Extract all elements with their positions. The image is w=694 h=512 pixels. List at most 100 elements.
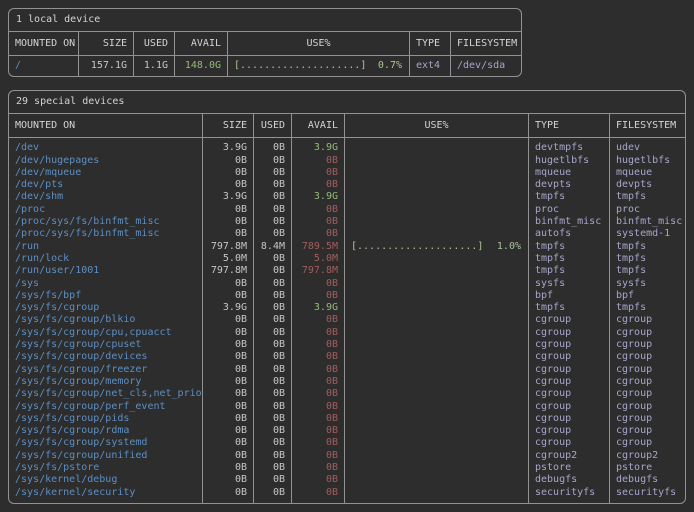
cell-type: bpf (529, 290, 609, 302)
cell-type: cgroup (529, 437, 609, 449)
column-used: 1.1G (133, 56, 174, 76)
usage-bar-cell (345, 290, 528, 302)
cell-fs: binfmt_misc (610, 216, 685, 228)
column-header-used: USED (253, 114, 291, 137)
cell-used: 0B (254, 327, 291, 339)
cell-mount: /dev/hugepages (9, 155, 202, 167)
cell-avail: 0B (292, 401, 344, 413)
cell-size: 0B (203, 204, 253, 216)
cell-avail: 0B (292, 425, 344, 437)
usage-bar (351, 179, 357, 191)
cell-size: 0B (203, 167, 253, 179)
cell-size: 797.8M (203, 265, 253, 277)
cell-avail: 0B (292, 413, 344, 425)
cell-used: 0B (254, 265, 291, 277)
usage-bar (351, 278, 357, 290)
cell-type: tmpfs (529, 253, 609, 265)
cell-avail: 0B (292, 474, 344, 486)
cell-size: 0B (203, 155, 253, 167)
cell-mount: /sys/fs/cgroup/devices (9, 351, 202, 363)
usage-bar (351, 314, 357, 326)
cell-avail: 0B (292, 437, 344, 449)
cell-size: 0B (203, 388, 253, 400)
cell-used: 0B (254, 376, 291, 388)
column-type: ext4 (409, 56, 450, 76)
usage-bar-cell (345, 376, 528, 388)
cell-fs: tmpfs (610, 241, 685, 253)
cell-type: devpts (529, 179, 609, 191)
usage-bar (351, 265, 357, 277)
cell-size: 157.1G (79, 60, 133, 72)
usage-bar (351, 216, 357, 228)
cell-type: cgroup (529, 413, 609, 425)
column-header-avail: AVAIL (174, 32, 227, 55)
column-mount: / (9, 56, 78, 76)
cell-type: devtmpfs (529, 142, 609, 154)
cell-fs: securityfs (610, 487, 685, 499)
usage-bar-cell (345, 474, 528, 486)
usage-bar-cell: [....................]1.0% (345, 241, 528, 253)
cell-avail: 0B (292, 179, 344, 191)
column-header-filesystem: FILESYSTEM (450, 32, 521, 55)
local-devices-table-body: /157.1G1.1G148.0G[....................]0… (9, 56, 521, 76)
cell-used: 0B (254, 253, 291, 265)
local-devices-table-header: MOUNTED ONSIZEUSEDAVAILUSE%TYPEFILESYSTE… (9, 32, 521, 56)
cell-mount: /sys/fs/cgroup/cpu,cpuacct (9, 327, 202, 339)
usage-bar-cell (345, 388, 528, 400)
usage-bar-cell (345, 302, 528, 314)
cell-avail: 0B (292, 327, 344, 339)
cell-mount: /dev/pts (9, 179, 202, 191)
cell-size: 0B (203, 327, 253, 339)
column-header-size: SIZE (202, 114, 253, 137)
cell-fs: cgroup (610, 388, 685, 400)
cell-avail: 5.0M (292, 253, 344, 265)
cell-used: 0B (254, 364, 291, 376)
cell-avail: 3.9G (292, 142, 344, 154)
cell-fs: debugfs (610, 474, 685, 486)
cell-used: 0B (254, 278, 291, 290)
terminal-screen[interactable]: 1 local device MOUNTED ONSIZEUSEDAVAILUS… (0, 0, 694, 512)
cell-size: 0B (203, 364, 253, 376)
cell-used: 1.1G (134, 60, 174, 72)
cell-mount: /sys/fs/cgroup/systemd (9, 437, 202, 449)
special-devices-table-header: MOUNTED ONSIZEUSEDAVAILUSE%TYPEFILESYSTE… (9, 114, 685, 138)
usage-bar-cell (345, 228, 528, 240)
cell-mount: /sys/fs/cgroup (9, 302, 202, 314)
usage-bar-cell (345, 327, 528, 339)
column-fs: udevhugetlbfsmqueuedevptstmpfsprocbinfmt… (609, 138, 685, 503)
column-use: [....................]0.7% (227, 56, 409, 76)
cell-type: cgroup (529, 339, 609, 351)
cell-avail: 0B (292, 388, 344, 400)
cell-type: cgroup (529, 425, 609, 437)
column-mount: /dev/dev/hugepages/dev/mqueue/dev/pts/de… (9, 138, 202, 503)
cell-mount: /sys/fs/bpf (9, 290, 202, 302)
cell-size: 0B (203, 401, 253, 413)
cell-avail: 3.9G (292, 191, 344, 203)
cell-avail: 0B (292, 450, 344, 462)
usage-bar (351, 327, 357, 339)
cell-used: 0B (254, 167, 291, 179)
cell-mount: /proc (9, 204, 202, 216)
usage-bar-cell (345, 191, 528, 203)
cell-avail: 0B (292, 290, 344, 302)
special-devices-table-title: 29 special devices (9, 91, 685, 114)
usage-bar-cell: [....................]0.7% (228, 60, 409, 72)
local-devices-table-title: 1 local device (9, 9, 521, 32)
cell-used: 0B (254, 437, 291, 449)
usage-bar (351, 351, 357, 363)
usage-bar (351, 339, 357, 351)
cell-mount: /sys/kernel/debug (9, 474, 202, 486)
usage-bar-cell (345, 401, 528, 413)
cell-size: 0B (203, 339, 253, 351)
cell-mount: /dev/shm (9, 191, 202, 203)
special-devices-table-body: /dev/dev/hugepages/dev/mqueue/dev/pts/de… (9, 138, 685, 503)
cell-size: 0B (203, 450, 253, 462)
cell-type: cgroup (529, 364, 609, 376)
cell-mount: /proc/sys/fs/binfmt_misc (9, 216, 202, 228)
usage-bar-cell (345, 179, 528, 191)
cell-fs: cgroup (610, 437, 685, 449)
cell-used: 0B (254, 462, 291, 474)
cell-fs: cgroup2 (610, 450, 685, 462)
usage-bar (351, 401, 357, 413)
column-header-size: SIZE (78, 32, 133, 55)
